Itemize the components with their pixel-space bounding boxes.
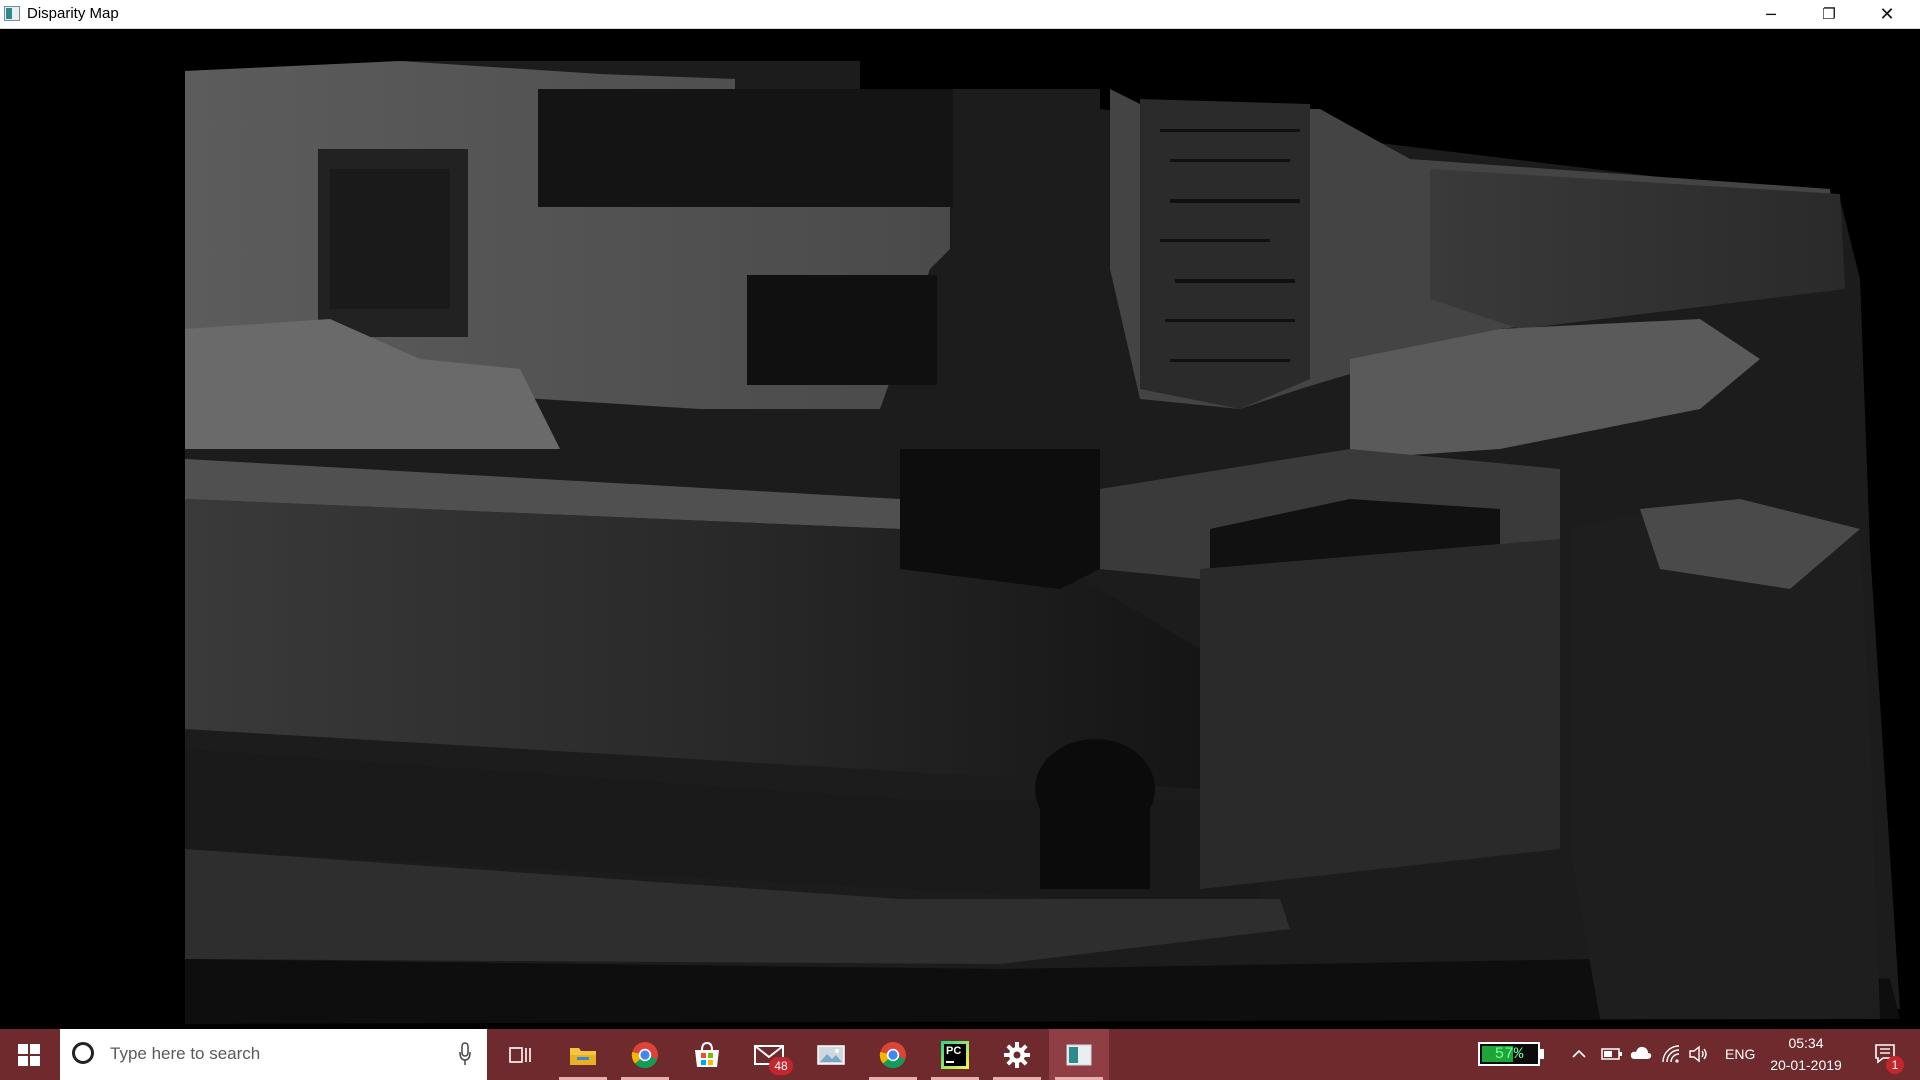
volume-icon[interactable] bbox=[1689, 1045, 1709, 1063]
battery-icon[interactable] bbox=[1601, 1046, 1623, 1062]
clock-time: 05:34 bbox=[1788, 1035, 1824, 1051]
photos-icon bbox=[817, 1044, 845, 1065]
task-view-button[interactable] bbox=[490, 1029, 550, 1080]
taskbar-search-box[interactable]: Type here to search bbox=[60, 1029, 487, 1080]
disparity-map-image bbox=[0, 29, 1920, 1029]
search-placeholder: Type here to search bbox=[110, 1044, 261, 1063]
onedrive-cloud-icon[interactable] bbox=[1630, 1045, 1652, 1061]
settings-button[interactable] bbox=[987, 1029, 1047, 1080]
window-titlebar[interactable]: Disparity Map ─ ❐ ✕ bbox=[0, 0, 1920, 29]
window-icon bbox=[1066, 1044, 1092, 1065]
show-hidden-icons-chevron-icon[interactable] bbox=[1571, 1046, 1587, 1062]
disparity-map-taskbar-button[interactable] bbox=[1049, 1029, 1109, 1080]
maximize-button[interactable]: ❐ bbox=[1800, 0, 1858, 28]
app-window-icon bbox=[4, 6, 20, 21]
clock[interactable]: 05:34 20-01-2019 bbox=[1764, 1029, 1848, 1080]
store-button[interactable] bbox=[677, 1029, 737, 1080]
minimize-button[interactable]: ─ bbox=[1742, 0, 1800, 28]
store-icon bbox=[695, 1041, 719, 1067]
close-button[interactable]: ✕ bbox=[1858, 0, 1916, 28]
task-view-icon bbox=[509, 1046, 531, 1063]
windows-logo-icon bbox=[18, 1043, 40, 1066]
pycharm-icon-label: PC bbox=[946, 1044, 962, 1057]
disparity-map-canvas bbox=[0, 29, 1920, 1029]
battery-meter-widget[interactable]: 57% bbox=[1478, 1042, 1540, 1066]
notification-count-badge: 1 bbox=[1886, 1056, 1904, 1074]
folder-icon bbox=[570, 1047, 596, 1065]
wifi-icon[interactable] bbox=[1661, 1044, 1681, 1064]
chrome-icon bbox=[631, 1041, 658, 1068]
pycharm-button[interactable]: PC bbox=[925, 1029, 985, 1080]
microphone-icon[interactable] bbox=[459, 1042, 471, 1066]
action-center-button[interactable]: 1 bbox=[1864, 1029, 1920, 1080]
mail-button[interactable]: 48 bbox=[739, 1029, 799, 1080]
cortana-icon bbox=[72, 1042, 94, 1064]
chrome-icon bbox=[879, 1041, 906, 1068]
battery-percent-label: 57% bbox=[1494, 1045, 1524, 1063]
chrome-window-2-button[interactable] bbox=[863, 1029, 923, 1080]
photos-button[interactable] bbox=[801, 1029, 861, 1080]
gear-icon bbox=[1004, 1041, 1030, 1068]
file-explorer-button[interactable] bbox=[553, 1029, 613, 1080]
pycharm-icon: PC bbox=[941, 1040, 969, 1069]
window-title: Disparity Map bbox=[27, 5, 119, 22]
input-language-indicator[interactable]: ENG bbox=[1725, 1046, 1755, 1062]
mail-unread-badge: 48 bbox=[769, 1057, 793, 1075]
battery-meter-tip bbox=[1540, 1049, 1544, 1059]
clock-date: 20-01-2019 bbox=[1770, 1057, 1842, 1073]
start-button[interactable] bbox=[0, 1029, 58, 1080]
chrome-button[interactable] bbox=[615, 1029, 675, 1080]
taskbar: Type here to search 48 PC 57% ENG 05:34 … bbox=[0, 1029, 1920, 1080]
